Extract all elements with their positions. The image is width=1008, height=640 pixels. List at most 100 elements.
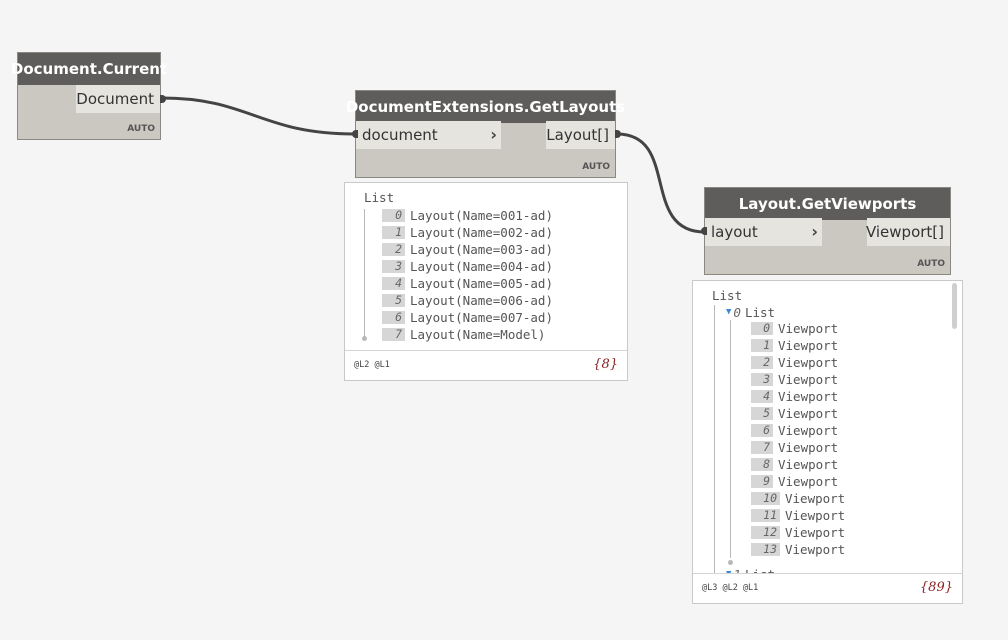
list-item-index: 5 xyxy=(751,406,773,420)
list-item-value: Viewport xyxy=(778,405,839,421)
list-item: 7 Viewport xyxy=(751,439,838,455)
input-port-connector[interactable] xyxy=(701,227,707,235)
sublist-header[interactable]: ▼ 0 List xyxy=(726,304,775,320)
list-item-index: 12 xyxy=(751,525,780,539)
list-item: 5 Layout(Name=006-ad) xyxy=(382,292,553,308)
lacing-label[interactable]: AUTO xyxy=(127,124,155,134)
list-item-value: Viewport xyxy=(778,337,839,353)
list-item-index: 13 xyxy=(751,542,780,556)
input-port-connector[interactable] xyxy=(352,130,358,138)
list-item-value: Layout(Name=007-ad) xyxy=(410,309,553,325)
output-port-layouts[interactable]: Layout[] xyxy=(546,121,615,149)
item-count: {8} xyxy=(593,357,618,372)
list-item-index: 4 xyxy=(751,389,773,403)
list-item-index: 10 xyxy=(751,491,780,505)
list-levels[interactable]: @L3 @L2 @L1 xyxy=(702,583,758,593)
list-item: 13 Viewport xyxy=(751,541,845,557)
output-port-label: Layout[] xyxy=(546,126,609,144)
preview-list[interactable]: List 0 Layout(Name=001-ad) 1 Layout(Name=00… xyxy=(345,183,627,351)
node-getlayouts[interactable]: DocumentExtensions.GetLayouts document ›… xyxy=(346,91,625,177)
list-item-value: Layout(Name=002-ad) xyxy=(410,224,553,240)
list-item-index: 8 xyxy=(751,457,773,471)
list-levels[interactable]: @L2 @L1 xyxy=(354,360,390,370)
list-item: 2 Layout(Name=003-ad) xyxy=(382,241,553,257)
list-item: 10 Viewport xyxy=(751,490,845,506)
list-item: 3 Viewport xyxy=(751,371,838,387)
list-item-index: 7 xyxy=(751,440,773,454)
output-port-connector[interactable] xyxy=(615,130,621,138)
input-port-document[interactable]: document › xyxy=(356,121,501,149)
wire-document-to-getlayouts[interactable] xyxy=(161,96,356,136)
list-item: 4 Layout(Name=005-ad) xyxy=(382,275,553,291)
node-title[interactable]: Document.Current xyxy=(11,53,167,85)
preview-footer: @L2 @L1 {8} xyxy=(345,350,627,380)
output-port-viewports[interactable]: Viewport[] xyxy=(865,218,950,246)
list-item-value: Layout(Name=005-ad) xyxy=(410,275,553,291)
list-item-index: 5 xyxy=(382,293,405,307)
lacing-label[interactable]: AUTO xyxy=(917,259,945,269)
preview-list[interactable]: List ▼ 0 List 0 Viewport 1 Viewport 2 Viewport 3 V… xyxy=(693,281,962,574)
input-port-label: document xyxy=(362,126,438,144)
list-item: 6 Layout(Name=007-ad) xyxy=(382,309,553,325)
list-item-index: 11 xyxy=(751,508,780,522)
node-document-current[interactable]: Document.Current Document AUTO xyxy=(11,53,167,139)
list-item: 1 Layout(Name=002-ad) xyxy=(382,224,553,240)
list-item: 5 Viewport xyxy=(751,405,838,421)
list-item-index: 7 xyxy=(382,327,405,341)
preview-scrollbar[interactable] xyxy=(952,283,957,329)
tree-dot xyxy=(728,560,733,565)
preview-bubble-viewports[interactable]: List ▼ 0 List 0 Viewport 1 Viewport 2 Viewport 3 V… xyxy=(692,280,963,604)
list-item-index: 4 xyxy=(382,276,405,290)
tree-line xyxy=(364,209,365,337)
graph-canvas[interactable]: Document.Current Document AUTO DocumentE… xyxy=(0,0,1008,640)
sublist-tree-line xyxy=(730,320,731,558)
list-item: 7 Layout(Name=Model) xyxy=(382,326,545,342)
wire-layouts-to-getviewports[interactable] xyxy=(616,132,706,234)
list-item-index: 1 xyxy=(382,225,405,239)
item-count: {89} xyxy=(919,580,953,595)
input-port-layout[interactable]: layout › xyxy=(705,218,822,246)
list-item-index: 3 xyxy=(751,372,773,386)
list-item-index: 9 xyxy=(751,474,773,488)
list-item: 2 Viewport xyxy=(751,354,838,370)
sublist-index: 0 xyxy=(733,304,741,320)
expand-triangle-icon[interactable]: ▼ xyxy=(726,307,731,317)
list-item-value: Layout(Name=004-ad) xyxy=(410,258,553,274)
output-port-document[interactable]: Document xyxy=(76,85,160,113)
list-item: 11 Viewport xyxy=(751,507,845,523)
output-port-label: Document xyxy=(76,90,154,108)
list-item-value: Viewport xyxy=(778,388,839,404)
list-item-index: 0 xyxy=(382,208,405,222)
list-item-value: Viewport xyxy=(785,541,846,557)
preview-footer: @L3 @L2 @L1 {89} xyxy=(693,573,962,603)
list-item-value: Layout(Name=Model) xyxy=(410,326,546,342)
list-item-index: 1 xyxy=(751,338,773,352)
list-item-value: Layout(Name=001-ad) xyxy=(410,207,553,223)
list-item-value: Viewport xyxy=(785,490,846,506)
list-title: List xyxy=(712,288,743,303)
output-port-connector[interactable] xyxy=(160,95,166,103)
list-item-value: Viewport xyxy=(778,422,839,438)
node-title[interactable]: Layout.GetViewports xyxy=(705,188,950,220)
input-port-label: layout xyxy=(711,223,758,241)
tree-dot xyxy=(362,336,367,341)
list-item-value: Viewport xyxy=(778,439,839,455)
sublist-label: List xyxy=(744,304,776,320)
list-item-value: Viewport xyxy=(778,320,839,336)
list-item-value: Viewport xyxy=(778,473,839,489)
chevron-right-icon[interactable]: › xyxy=(490,125,497,144)
list-item-value: Viewport xyxy=(778,354,839,370)
list-item: 9 Viewport xyxy=(751,473,838,489)
chevron-right-icon[interactable]: › xyxy=(811,222,818,241)
node-title[interactable]: DocumentExtensions.GetLayouts xyxy=(346,91,625,123)
list-item: 3 Layout(Name=004-ad) xyxy=(382,258,553,274)
list-title: List xyxy=(364,190,395,205)
preview-bubble-layouts[interactable]: List 0 Layout(Name=001-ad) 1 Layout(Name=00… xyxy=(344,182,628,381)
output-port-label: Viewport[] xyxy=(865,223,944,241)
list-item-value: Viewport xyxy=(778,371,839,387)
list-item-index: 6 xyxy=(751,423,773,437)
list-item: 12 Viewport xyxy=(751,524,845,540)
node-getviewports[interactable]: Layout.GetViewports layout › Viewport[] … xyxy=(701,188,950,274)
list-item-index: 3 xyxy=(382,259,405,273)
lacing-label[interactable]: AUTO xyxy=(582,162,610,172)
